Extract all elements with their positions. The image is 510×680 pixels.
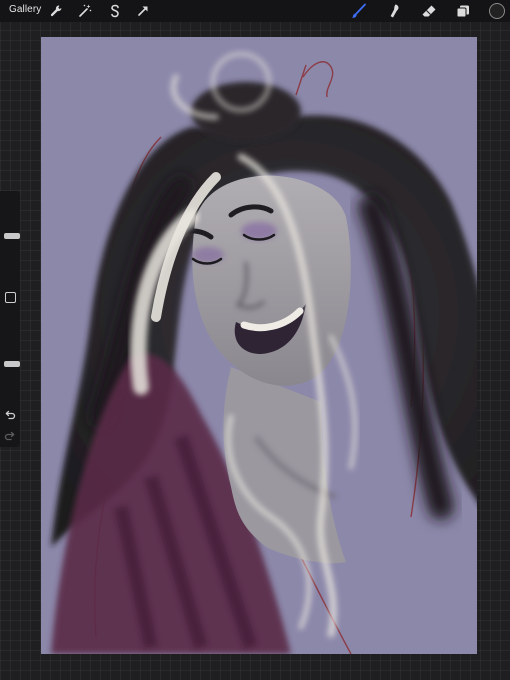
undo-icon[interactable] [4, 408, 16, 420]
brush-size-slider[interactable] [2, 197, 20, 283]
brush-icon[interactable] [351, 3, 367, 19]
wrench-icon[interactable] [48, 3, 64, 19]
eraser-icon[interactable] [421, 3, 437, 19]
modify-button[interactable] [5, 292, 16, 303]
brush-size-thumb[interactable] [4, 233, 20, 239]
artwork [51, 51, 477, 654]
drawing-canvas[interactable] [41, 37, 477, 654]
redo-icon[interactable] [4, 429, 16, 441]
top-toolbar: Gallery [0, 0, 510, 22]
gallery-button[interactable]: Gallery [9, 4, 41, 15]
opacity-thumb[interactable] [4, 361, 20, 367]
color-picker-button[interactable] [489, 3, 505, 19]
opacity-slider[interactable] [2, 309, 20, 395]
selection-s-icon[interactable] [107, 3, 123, 19]
smudge-icon[interactable] [386, 3, 402, 19]
magic-wand-icon[interactable] [77, 3, 93, 19]
layers-icon[interactable] [455, 3, 471, 19]
face [192, 175, 351, 386]
left-sidebar [0, 191, 20, 447]
transform-arrow-icon[interactable] [135, 3, 151, 19]
